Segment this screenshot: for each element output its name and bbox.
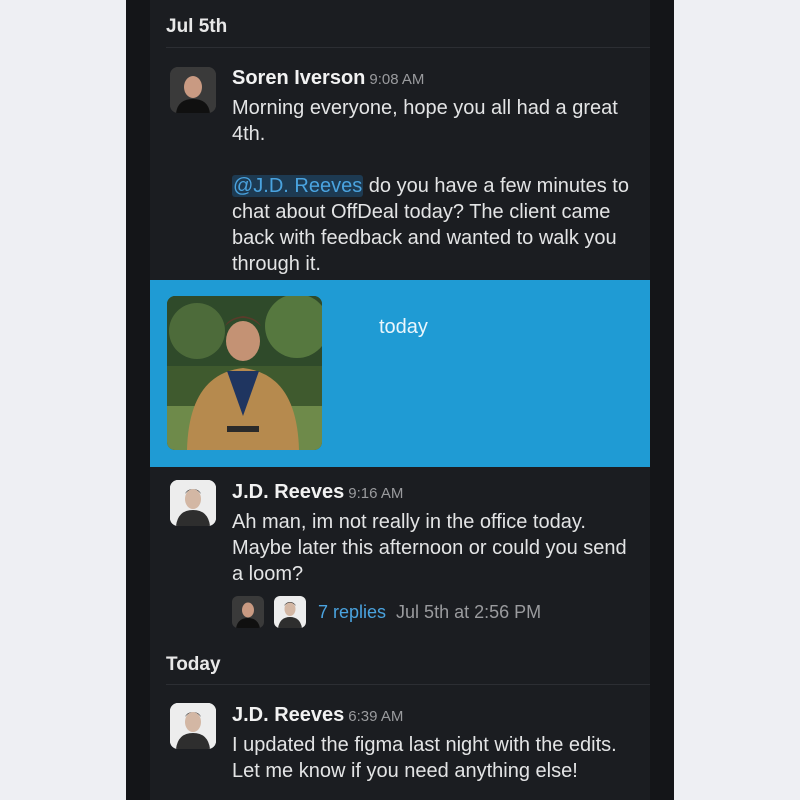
- message-body: Morning everyone, hope you all had a gre…: [232, 95, 632, 277]
- replies-link[interactable]: 7 replies: [318, 602, 386, 623]
- author-name[interactable]: J.D. Reeves 6:39 AM: [232, 704, 403, 727]
- mini-avatar-jd-icon: [274, 596, 306, 628]
- reply-avatar-soren: [232, 596, 264, 628]
- divider-line: [166, 684, 650, 685]
- divider-line: [166, 47, 650, 48]
- mini-avatar-soren-icon: [232, 596, 264, 628]
- message-body: Ah man, im not really in the office toda…: [232, 511, 627, 585]
- avatar-soren-icon: [170, 67, 216, 113]
- avatar-jd-reeves[interactable]: [170, 480, 216, 526]
- date-divider-jul5: Jul 5th: [166, 16, 228, 37]
- avatar-jd-reeves[interactable]: [170, 703, 216, 749]
- author-name-text: J.D. Reeves: [232, 481, 345, 503]
- message-time: 9:16 AM: [348, 485, 404, 502]
- message-text: Morning everyone, hope you all had a gre…: [232, 97, 618, 145]
- phone-frame: Jul 5th Soren Iverson 9:08 AM Morning eve…: [126, 0, 674, 800]
- attached-photo[interactable]: [167, 296, 322, 450]
- message-time: 6:39 AM: [348, 708, 404, 725]
- author-name[interactable]: J.D. Reeves 9:16 AM: [232, 481, 403, 504]
- author-name[interactable]: Soren Iverson 9:08 AM: [232, 67, 424, 90]
- message-body: I updated the figma last night with the …: [232, 734, 617, 782]
- avatar-soren[interactable]: [170, 67, 216, 113]
- author-name-text: J.D. Reeves: [232, 704, 345, 726]
- mention-jd-reeves[interactable]: @J.D. Reeves: [232, 175, 364, 197]
- photo-image: [167, 296, 322, 450]
- chat-screen: Jul 5th Soren Iverson 9:08 AM Morning eve…: [150, 0, 650, 800]
- message-time: 9:08 AM: [369, 71, 425, 88]
- avatar-jd-icon: [170, 480, 216, 526]
- author-name-text: Soren Iverson: [232, 67, 366, 89]
- thread-replies-row[interactable]: 7 replies Jul 5th at 2:56 PM: [232, 596, 541, 628]
- highlight-caption: today: [379, 316, 428, 338]
- last-reply-time: Jul 5th at 2:56 PM: [396, 601, 542, 622]
- avatar-jd-icon: [170, 703, 216, 749]
- date-divider-today: Today: [166, 654, 221, 675]
- reply-avatar-jd: [274, 596, 306, 628]
